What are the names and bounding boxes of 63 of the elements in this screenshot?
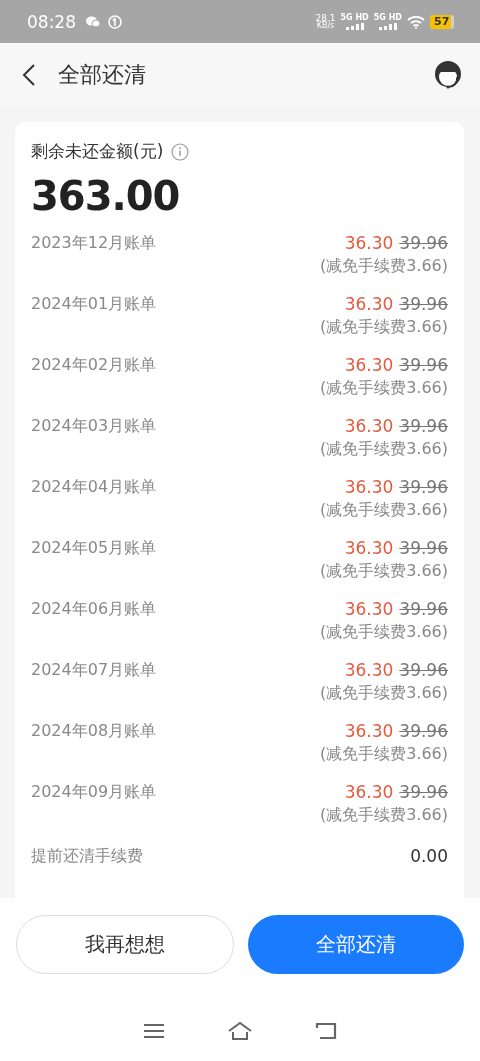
discounted-amount: 36.30 (344, 233, 394, 253)
bill-period: 2024年09月账单 (31, 782, 157, 803)
chat-icon (86, 15, 100, 28)
network-speed: 28.1 (315, 13, 336, 22)
bill-period: 2024年05月账单 (31, 538, 157, 559)
discounted-amount: 36.30 (344, 782, 394, 802)
fee-label: 提前还清手续费 (31, 845, 143, 867)
fee-waiver-note: (减免手续费3.66) (319, 744, 448, 765)
original-amount: 39.96 (399, 538, 448, 558)
discounted-amount: 36.30 (344, 294, 394, 314)
network-type: 5G HD (373, 13, 402, 22)
discounted-amount: 36.30 (344, 599, 394, 619)
speed-unit: KB/s (316, 21, 335, 30)
discounted-amount: 36.30 (344, 477, 394, 497)
fee-waiver-note: (减免手续费3.66) (319, 256, 448, 277)
bill-period: 2024年01月账单 (31, 294, 157, 315)
discounted-amount: 36.30 (344, 721, 394, 741)
network-type: 5G HD (340, 13, 369, 22)
fee-waiver-note: (减免手续费3.66) (319, 439, 448, 460)
original-amount: 39.96 (399, 355, 448, 375)
status-time: 08:28 (27, 11, 76, 32)
signal-icon (377, 23, 398, 30)
original-amount: 39.96 (399, 233, 448, 253)
info-icon (171, 142, 190, 161)
fee-waiver-note: (减免手续费3.66) (319, 805, 448, 826)
back-nav-icon (315, 1022, 337, 1040)
fee-waiver-note: (减免手续费3.66) (319, 378, 448, 399)
bill-period: 2024年06月账单 (31, 599, 157, 620)
bill-period: 2024年08月账单 (31, 721, 157, 742)
bill-period: 2023年12月账单 (31, 233, 157, 254)
discounted-amount: 36.30 (344, 416, 394, 436)
home-icon (227, 1021, 253, 1041)
customer-service-icon[interactable] (432, 59, 464, 91)
battery-level: 57 (430, 14, 452, 29)
reconsider-button[interactable]: 我再想想 (16, 915, 234, 974)
discounted-amount: 36.30 (344, 660, 394, 680)
pay-off-button[interactable]: 全部还清 (248, 915, 464, 974)
signal-icon (344, 23, 365, 30)
fee-waiver-note: (减免手续费3.66) (319, 561, 448, 582)
amount-label: 剩余未还金额(元) (31, 140, 164, 163)
bill-period: 2024年07月账单 (31, 660, 157, 681)
remaining-amount: 363.00 (31, 173, 181, 219)
original-amount: 39.96 (399, 477, 448, 497)
page-title: 全部还清 (58, 61, 146, 89)
fee-waiver-note: (减免手续费3.66) (319, 622, 448, 643)
original-amount: 39.96 (399, 782, 448, 802)
fee-value: 0.00 (410, 846, 448, 866)
discounted-amount: 36.30 (344, 355, 394, 375)
bill-period: 2024年04月账单 (31, 477, 157, 498)
fee-waiver-note: (减免手续费3.66) (319, 500, 448, 521)
original-amount: 39.96 (399, 294, 448, 314)
wifi-icon (407, 14, 425, 29)
bill-period: 2024年02月账单 (31, 355, 157, 376)
back-icon (22, 63, 36, 87)
fee-waiver-note: (减免手续费3.66) (319, 317, 448, 338)
menu-icon (143, 1023, 165, 1039)
original-amount: 39.96 (399, 660, 448, 680)
fee-waiver-note: (减免手续费3.66) (319, 683, 448, 704)
original-amount: 39.96 (399, 416, 448, 436)
original-amount: 39.96 (399, 721, 448, 741)
discounted-amount: 36.30 (344, 538, 394, 558)
original-amount: 39.96 (399, 599, 448, 619)
bill-period: 2024年03月账单 (31, 416, 157, 437)
